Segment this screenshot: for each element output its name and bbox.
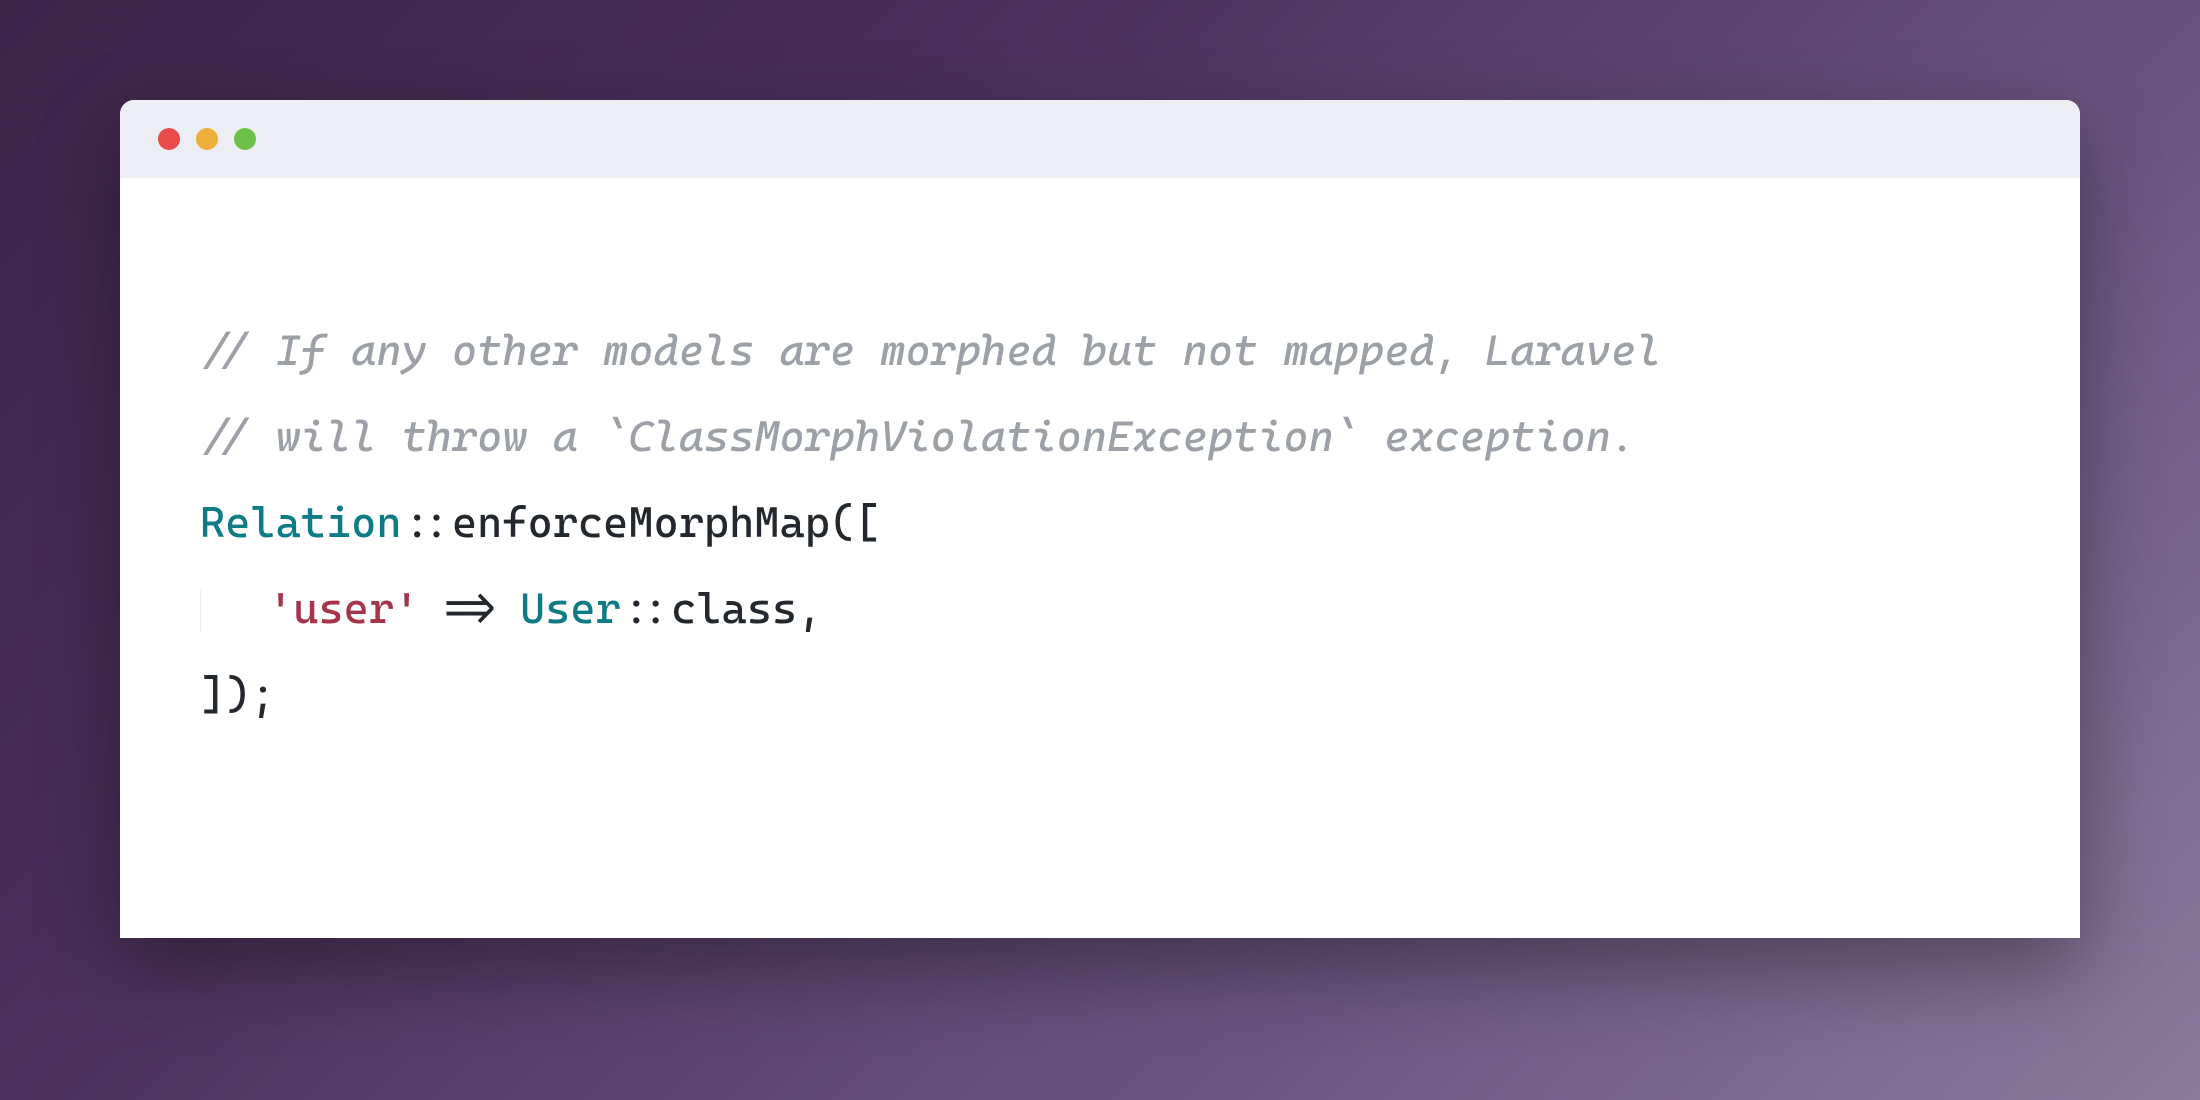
code-line-2: // will throw a `ClassMorphViolationExce…: [200, 394, 2000, 480]
prop-token: class: [671, 584, 797, 634]
operator-token: ::: [402, 498, 452, 548]
punct-token: ,: [797, 584, 822, 634]
class-token: Relation: [200, 498, 402, 548]
code-line-5: ]);: [200, 652, 2000, 738]
punct-token: ([: [830, 498, 880, 548]
operator-token: ::: [621, 584, 671, 634]
comment-text: // will throw a `ClassMorphViolationExce…: [200, 412, 1636, 462]
string-token: 'user': [268, 584, 419, 634]
comment-text: // If any other models are morphed but n…: [200, 326, 1661, 376]
method-token: enforceMorphMap: [452, 498, 830, 548]
code-line-1: // If any other models are morphed but n…: [200, 308, 2000, 394]
close-icon[interactable]: [158, 128, 180, 150]
punct-token: ]);: [200, 670, 276, 720]
arrow-token: =>: [419, 584, 520, 634]
maximize-icon[interactable]: [234, 128, 256, 150]
code-window: // If any other models are morphed but n…: [120, 100, 2080, 938]
indent-guide: [200, 590, 260, 633]
minimize-icon[interactable]: [196, 128, 218, 150]
code-line-4: 'user' => User::class,: [200, 566, 2000, 652]
code-line-3: Relation::enforceMorphMap([: [200, 480, 2000, 566]
code-editor: // If any other models are morphed but n…: [120, 178, 2080, 938]
window-titlebar: [120, 100, 2080, 178]
class-token: User: [520, 584, 621, 634]
